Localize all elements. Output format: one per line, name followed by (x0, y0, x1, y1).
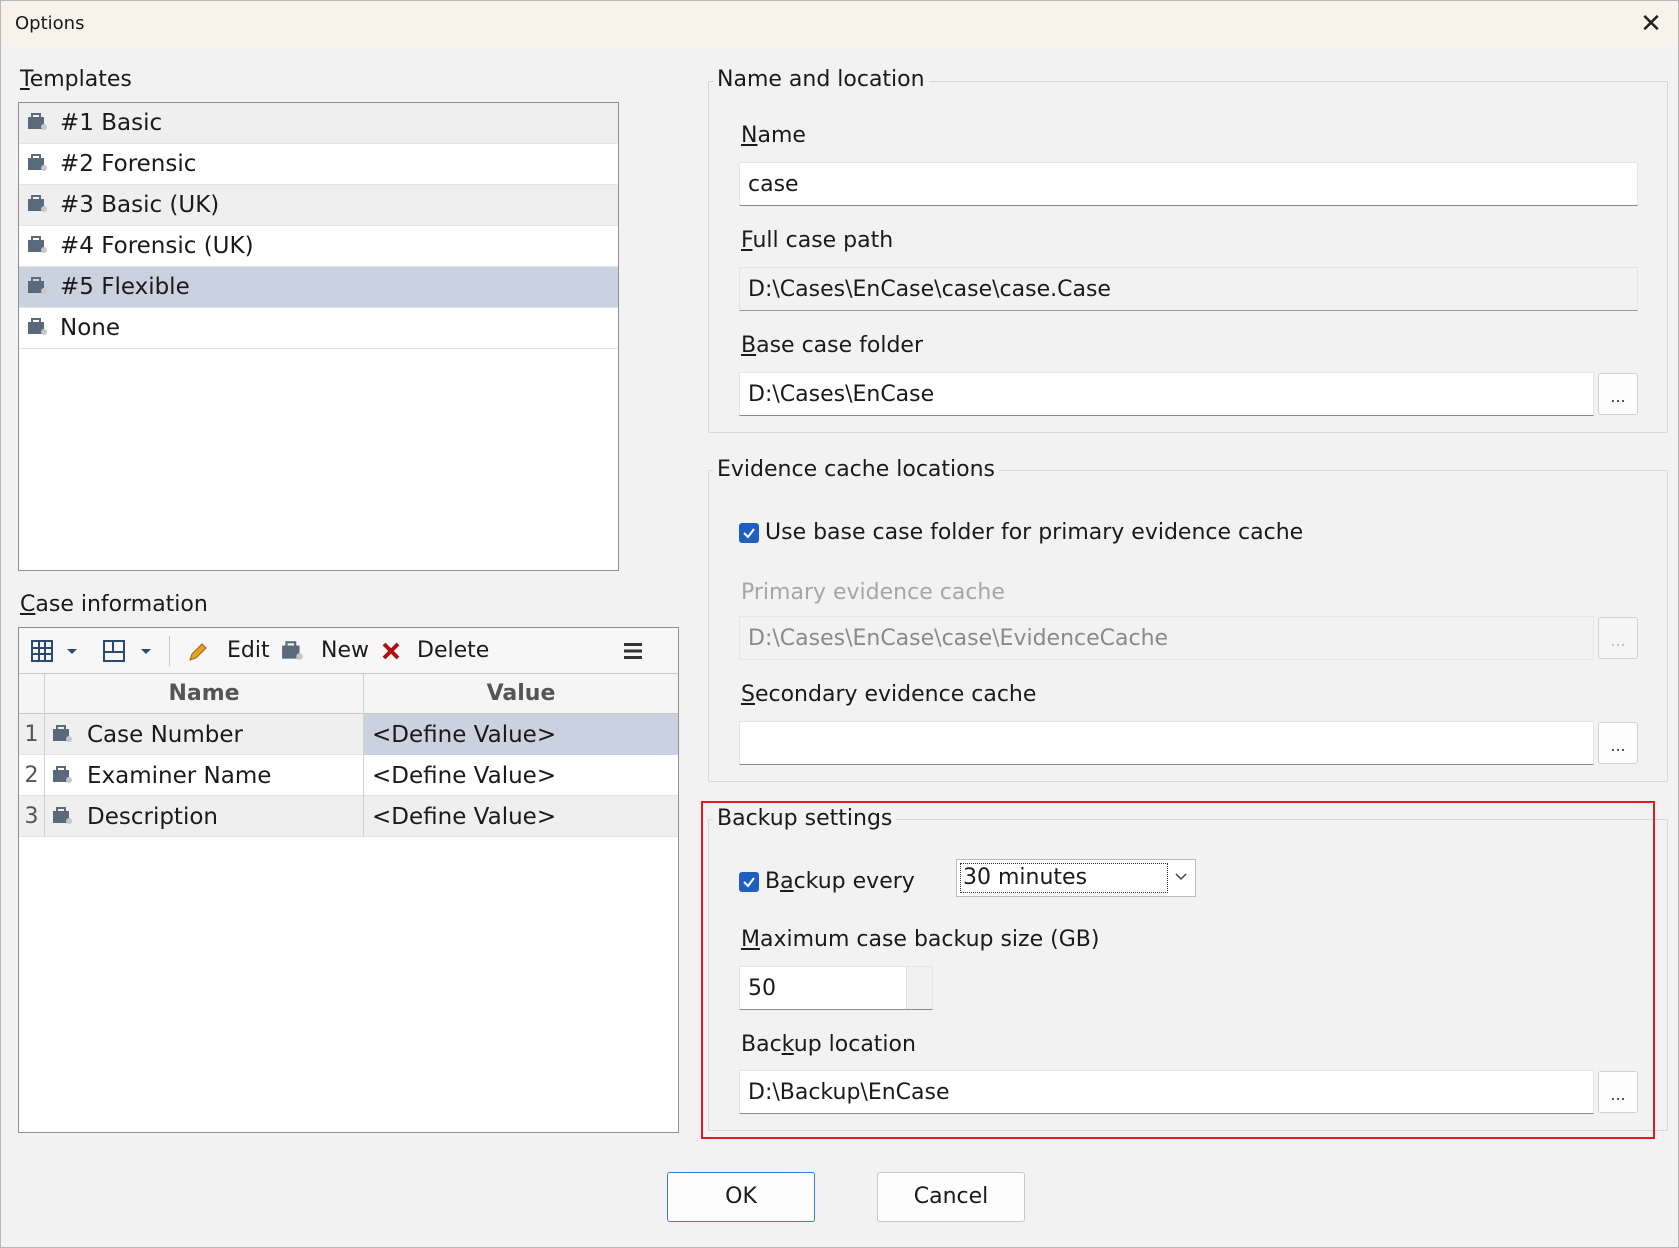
row-number: 1 (19, 714, 45, 755)
template-item[interactable]: #3 Basic (UK) (19, 185, 618, 226)
template-label: #1 Basic (60, 110, 163, 136)
base-case-folder-field[interactable]: D:\Cases\EnCase (739, 372, 1594, 416)
new-item-icon[interactable] (281, 640, 305, 662)
toolbar-separator (169, 636, 170, 666)
highlight-annotation (701, 801, 1655, 1139)
chevron-down-icon[interactable] (140, 647, 152, 657)
grid-header: Name Value (19, 674, 678, 714)
template-label: #4 Forensic (UK) (60, 233, 254, 259)
row-number: 3 (19, 796, 45, 837)
template-item[interactable]: #4 Forensic (UK) (19, 226, 618, 267)
template-icon (28, 318, 47, 335)
grid-toolbar: Edit New Delete (19, 628, 678, 674)
use-base-folder-label[interactable]: Use base case folder for primary evidenc… (765, 520, 1303, 545)
template-icon (28, 236, 47, 253)
row-name: Case Number (87, 722, 243, 748)
table-view-icon[interactable] (31, 639, 53, 663)
menu-icon[interactable] (623, 641, 643, 661)
row-value: <Define Value> (372, 804, 557, 830)
layout-view-icon[interactable] (103, 639, 125, 663)
edit-button[interactable]: Edit (227, 638, 270, 663)
field-icon (53, 766, 72, 783)
full-case-path-label: Full case path (741, 228, 894, 253)
table-row[interactable]: 3 Description <Define Value> (19, 796, 678, 837)
primary-evidence-cache-value: D:\Cases\EnCase\case\EvidenceCache (748, 626, 1169, 651)
field-icon (53, 807, 72, 824)
template-item-selected[interactable]: #5 Flexible (19, 267, 618, 308)
template-icon (28, 154, 47, 171)
case-information-grid[interactable]: Edit New Delete Name Value 1 Case Number… (18, 627, 679, 1133)
templates-list[interactable]: #1 Basic #2 Forensic #3 Basic (UK) #4 Fo… (18, 102, 619, 571)
name-field[interactable]: case (739, 162, 1638, 206)
template-label: #3 Basic (UK) (60, 192, 220, 218)
name-location-title: Name and location (713, 67, 929, 92)
name-value: case (748, 172, 799, 197)
case-information-label-rest: ase information (35, 592, 208, 617)
use-base-folder-checkbox[interactable] (739, 523, 759, 543)
title-bar: Options ✕ (1, 1, 1678, 47)
name-label: Name (741, 123, 806, 148)
row-value: <Define Value> (372, 722, 557, 748)
secondary-evidence-cache-browse-button[interactable]: ... (1598, 722, 1638, 764)
table-row[interactable]: 1 Case Number <Define Value> (19, 714, 678, 755)
row-value-cell[interactable]: <Define Value> (363, 755, 678, 796)
case-information-label: Case information (20, 592, 208, 617)
check-icon (743, 528, 755, 539)
row-name: Examiner Name (87, 763, 272, 789)
primary-evidence-cache-label: Primary evidence cache (741, 580, 1005, 605)
cancel-button[interactable]: Cancel (877, 1172, 1025, 1222)
template-item[interactable]: #2 Forensic (19, 144, 618, 185)
close-icon[interactable]: ✕ (1632, 5, 1670, 43)
edit-pencil-icon[interactable] (187, 640, 209, 664)
window-title: Options (15, 13, 85, 34)
template-label: #5 Flexible (60, 274, 190, 300)
templates-label: Templates (20, 67, 132, 92)
delete-x-icon[interactable] (381, 641, 401, 661)
secondary-evidence-cache-field[interactable] (739, 721, 1594, 765)
row-value-cell[interactable]: <Define Value> (363, 796, 678, 837)
base-case-folder-value: D:\Cases\EnCase (748, 382, 935, 407)
column-header-name[interactable]: Name (45, 674, 363, 714)
template-icon (28, 195, 47, 212)
table-row[interactable]: 2 Examiner Name <Define Value> (19, 755, 678, 796)
row-number-header (19, 674, 45, 714)
template-label: #2 Forensic (60, 151, 197, 177)
template-icon (28, 277, 47, 294)
base-case-folder-browse-button[interactable]: ... (1598, 373, 1638, 415)
column-header-value[interactable]: Value (363, 674, 678, 714)
row-value: <Define Value> (372, 763, 557, 789)
row-number: 2 (19, 755, 45, 796)
secondary-evidence-cache-label: Secondary evidence cache (741, 682, 1037, 707)
full-case-path-value: D:\Cases\EnCase\case\case.Case (748, 277, 1111, 302)
template-icon (28, 113, 47, 130)
template-item[interactable]: #1 Basic (19, 103, 618, 144)
template-item[interactable]: None (19, 308, 618, 349)
ok-button[interactable]: OK (667, 1172, 815, 1222)
delete-button[interactable]: Delete (417, 638, 489, 663)
base-case-folder-label: Base case folder (741, 333, 923, 358)
primary-evidence-cache-field: D:\Cases\EnCase\case\EvidenceCache (739, 616, 1594, 660)
row-name: Description (87, 804, 218, 830)
evidence-cache-title: Evidence cache locations (713, 457, 999, 482)
row-value-cell[interactable]: <Define Value> (363, 714, 678, 755)
chevron-down-icon[interactable] (66, 647, 78, 657)
options-dialog: Options ✕ Templates #1 Basic #2 Forensic… (0, 0, 1679, 1248)
field-icon (53, 725, 72, 742)
full-case-path-field[interactable]: D:\Cases\EnCase\case\case.Case (739, 267, 1638, 311)
new-button[interactable]: New (321, 638, 369, 663)
template-label: None (60, 315, 121, 341)
templates-label-rest: emplates (29, 67, 132, 92)
primary-evidence-cache-browse-button: ... (1598, 617, 1638, 659)
